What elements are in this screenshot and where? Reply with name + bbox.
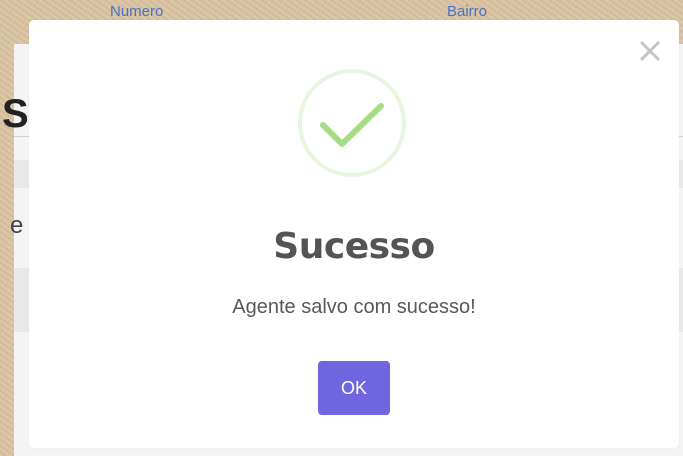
column-header-bairro[interactable]: Bairro bbox=[447, 3, 487, 20]
close-button[interactable] bbox=[637, 38, 663, 64]
ok-button[interactable]: OK bbox=[318, 361, 390, 415]
success-check-icon bbox=[297, 68, 407, 178]
partial-label: e bbox=[10, 212, 24, 239]
modal-title: Sucesso bbox=[273, 226, 435, 267]
page-heading-partial: S bbox=[2, 92, 29, 136]
modal-message: Agente salvo com sucesso! bbox=[232, 296, 476, 318]
close-icon bbox=[640, 41, 660, 61]
success-modal: Sucesso Agente salvo com sucesso! OK bbox=[29, 20, 679, 448]
column-header-numero[interactable]: Numero bbox=[110, 3, 163, 20]
